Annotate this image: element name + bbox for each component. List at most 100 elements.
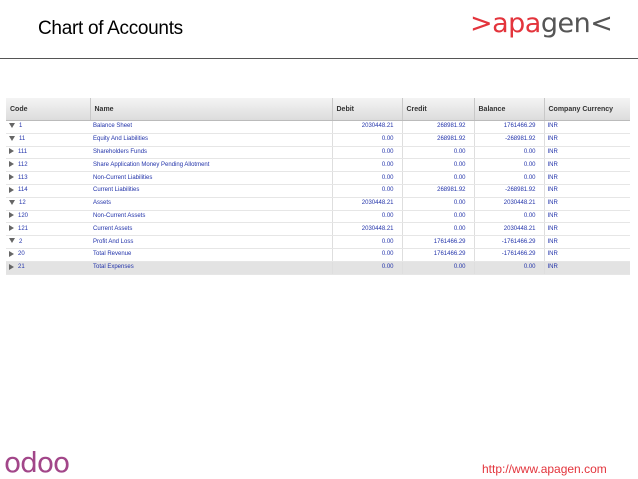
apagen-logo: >apagen<	[470, 8, 613, 44]
table-row[interactable]: 113 Non-Current Liabilities 0.00 0.00 0.00 IN…	[6, 171, 630, 185]
cell-currency: INR	[544, 120, 630, 134]
footer-url[interactable]: http://www.apagen.com	[482, 462, 607, 476]
cell-credit: 0.00	[402, 210, 475, 224]
column-header-currency[interactable]: Company Currency	[544, 98, 630, 121]
cell-debit: 0.00	[332, 210, 403, 224]
table-row[interactable]: 114 Current Liabilities 0.00 268981.92 -2689…	[6, 184, 630, 198]
cell-balance: 0.00	[474, 146, 545, 160]
expanded-triangle-icon[interactable]	[9, 238, 15, 244]
odoo-logo: odoo	[4, 446, 70, 479]
slide-title: Chart of Accounts	[38, 18, 183, 39]
collapsed-triangle-icon[interactable]	[9, 263, 14, 270]
account-code: 114	[18, 187, 28, 194]
cell-credit: 268981.92	[402, 184, 475, 198]
cell-debit: 0.00	[332, 133, 403, 147]
cell-credit: 0.00	[402, 222, 475, 237]
expanded-triangle-icon[interactable]	[9, 123, 15, 129]
cell-name: Profit And Loss	[90, 235, 333, 249]
cell-debit: 0.00	[332, 158, 403, 173]
cell-currency: INR	[544, 171, 630, 185]
cell-currency: INR	[544, 133, 630, 147]
cell-code: 111	[6, 146, 90, 160]
odoo-logo-text: odoo	[4, 446, 70, 479]
logo-part-left: >apa	[470, 8, 541, 39]
table-row[interactable]: 121 Current Assets 2030448.21 0.00 2030448.2…	[6, 222, 630, 237]
column-header-credit[interactable]: Credit	[402, 98, 475, 121]
grid-body: 1 Balance Sheet 2030448.21 268981.92 1761466…	[6, 120, 630, 275]
table-row[interactable]: 21 Total Expenses 0.00 0.00 0.00 INR	[6, 261, 630, 275]
cell-balance: -1761466.29	[474, 248, 545, 262]
table-row[interactable]: 11 Equity And Liabilities 0.00 268981.92 -26…	[6, 133, 630, 147]
column-header-debit[interactable]: Debit	[332, 98, 403, 121]
cell-debit: 0.00	[332, 184, 403, 198]
account-code: 111	[18, 148, 28, 155]
cell-code: 1	[6, 120, 90, 134]
account-code: 121	[18, 225, 29, 232]
account-code: 11	[19, 136, 26, 143]
table-row[interactable]: 20 Total Revenue 0.00 1761466.29 -1761466.29…	[6, 248, 630, 262]
cell-code: 120	[6, 210, 90, 224]
cell-credit: 0.00	[402, 146, 475, 160]
cell-credit: 1761466.29	[402, 235, 475, 249]
cell-credit: 0.00	[402, 158, 475, 173]
cell-balance: 0.00	[474, 210, 545, 224]
cell-currency: INR	[544, 222, 630, 237]
cell-credit: 0.00	[402, 171, 475, 185]
table-row[interactable]: 112 Share Application Money Pending Allot…	[6, 158, 630, 173]
grid-header-row: Code Name Debit Credit Balance Company C…	[6, 98, 630, 121]
table-row[interactable]: 1 Balance Sheet 2030448.21 268981.92 1761466…	[6, 120, 630, 134]
cell-credit: 0.00	[402, 261, 475, 275]
table-row[interactable]: 2 Profit And Loss 0.00 1761466.29 -1761466.2…	[6, 235, 630, 249]
logo-part-right: gen<	[540, 8, 613, 39]
cell-currency: INR	[544, 184, 630, 198]
cell-currency: INR	[544, 235, 630, 249]
cell-code: 11	[6, 133, 90, 147]
collapsed-triangle-icon[interactable]	[9, 212, 14, 219]
collapsed-triangle-icon[interactable]	[9, 148, 14, 155]
column-header-balance[interactable]: Balance	[474, 98, 545, 121]
cell-balance: -1761466.29	[474, 235, 545, 249]
cell-debit: 2030448.21	[332, 120, 403, 134]
table-row[interactable]: 120 Non-Current Assets 0.00 0.00 0.00 INR	[6, 210, 630, 224]
account-code: 1	[19, 123, 23, 130]
cell-name: Non-Current Liabilities	[90, 171, 333, 185]
cell-name: Current Assets	[90, 222, 333, 237]
expanded-triangle-icon[interactable]	[9, 200, 15, 206]
cell-balance: 0.00	[474, 171, 545, 185]
collapsed-triangle-icon[interactable]	[9, 250, 14, 257]
cell-name: Total Revenue	[90, 248, 333, 262]
cell-credit: 268981.92	[402, 120, 475, 134]
cell-name: Shareholders Funds	[90, 146, 333, 160]
collapsed-triangle-icon[interactable]	[9, 225, 14, 232]
table-row[interactable]: 12 Assets 2030448.21 0.00 2030448.21 INR	[6, 197, 630, 211]
expanded-triangle-icon[interactable]	[9, 136, 15, 142]
cell-name: Assets	[90, 197, 333, 211]
account-code: 21	[18, 264, 25, 271]
account-code: 112	[18, 161, 28, 168]
cell-name: Share Application Money Pending Allotmen…	[90, 158, 333, 173]
account-code: 20	[18, 251, 25, 258]
cell-balance: 1761466.29	[474, 120, 545, 134]
title-divider	[0, 58, 638, 59]
accounts-grid: Code Name Debit Credit Balance Company C…	[6, 98, 630, 275]
cell-code: 113	[6, 171, 90, 185]
column-header-code[interactable]: Code	[6, 98, 91, 121]
cell-debit: 0.00	[332, 146, 403, 160]
cell-currency: INR	[544, 158, 630, 173]
cell-credit: 0.00	[402, 197, 475, 211]
collapsed-triangle-icon[interactable]	[9, 174, 14, 180]
collapsed-triangle-icon[interactable]	[9, 161, 14, 168]
cell-debit: 0.00	[332, 248, 403, 262]
cell-debit: 0.00	[332, 261, 403, 275]
table-row[interactable]: 111 Shareholders Funds 0.00 0.00 0.00 INR	[6, 146, 630, 160]
cell-currency: INR	[544, 248, 630, 262]
cell-name: Total Expenses	[90, 261, 333, 275]
collapsed-triangle-icon[interactable]	[9, 186, 14, 193]
cell-credit: 268981.92	[402, 133, 475, 147]
cell-currency: INR	[544, 210, 630, 224]
account-code: 2	[19, 238, 23, 245]
cell-name: Balance Sheet	[90, 120, 333, 134]
column-header-name[interactable]: Name	[90, 98, 333, 121]
cell-code: 20	[6, 248, 90, 262]
cell-balance: 2030448.21	[474, 197, 545, 211]
